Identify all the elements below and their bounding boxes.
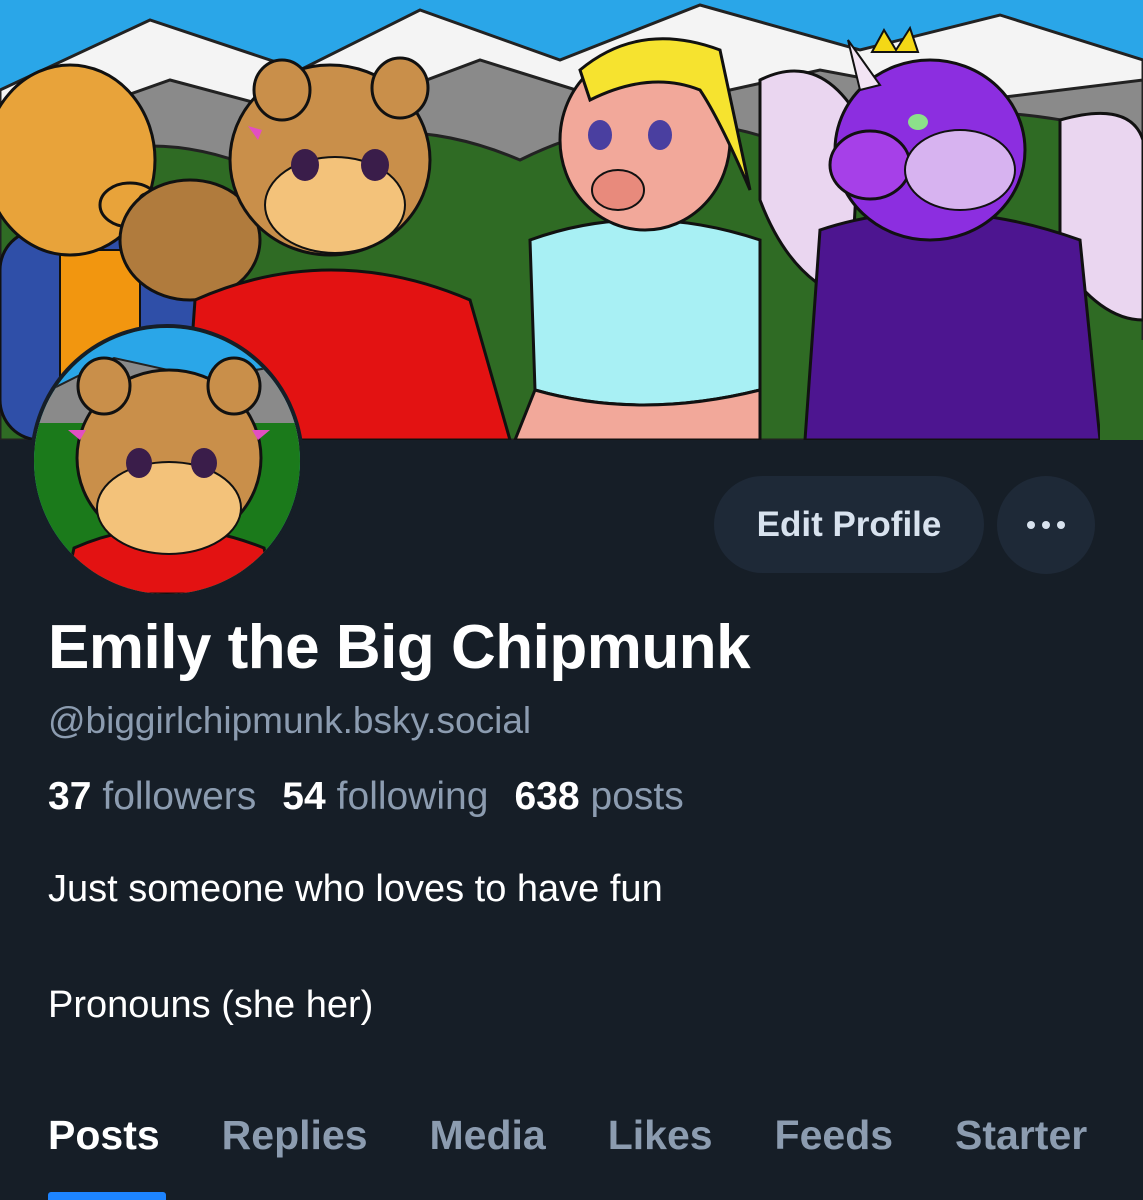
tab-media[interactable]: Media [430,1112,546,1159]
bio-line: Just someone who loves to have fun [48,868,663,910]
active-tab-indicator [48,1192,166,1200]
followers-count: 37 [48,775,92,818]
tab-feeds[interactable]: Feeds [775,1112,894,1159]
following-count: 54 [282,775,326,818]
posts-stat: 638 posts [514,775,683,819]
following-label: following [336,775,489,818]
ellipsis-icon [1042,521,1050,529]
avatar-illustration [34,328,300,594]
avatar[interactable] [30,324,304,598]
profile-tabs: Posts Replies Media Likes Feeds Starter [48,1112,1087,1159]
followers-link[interactable]: 37 followers [48,775,256,819]
edit-profile-button[interactable]: Edit Profile [714,476,984,573]
display-name: Emily the Big Chipmunk [48,613,751,682]
ellipsis-icon [1027,521,1035,529]
followers-label: followers [102,775,257,818]
following-link[interactable]: 54 following [282,775,488,819]
ellipsis-icon [1057,521,1065,529]
posts-count: 638 [514,775,580,818]
tab-starter[interactable]: Starter [955,1112,1087,1159]
edit-profile-label: Edit Profile [756,504,942,544]
tab-replies[interactable]: Replies [222,1112,368,1159]
profile-handle: @biggirlchipmunk.bsky.social [48,700,532,741]
posts-label: posts [590,775,684,818]
profile-stats: 37 followers 54 following 638 posts [48,775,684,819]
profile-page: Edit Profile Emily the Big Chipmunk @big… [0,0,1143,1200]
more-options-button[interactable] [997,476,1095,574]
bio-pronouns: Pronouns (she her) [48,984,374,1026]
tab-likes[interactable]: Likes [608,1112,713,1159]
tab-posts[interactable]: Posts [48,1112,160,1159]
